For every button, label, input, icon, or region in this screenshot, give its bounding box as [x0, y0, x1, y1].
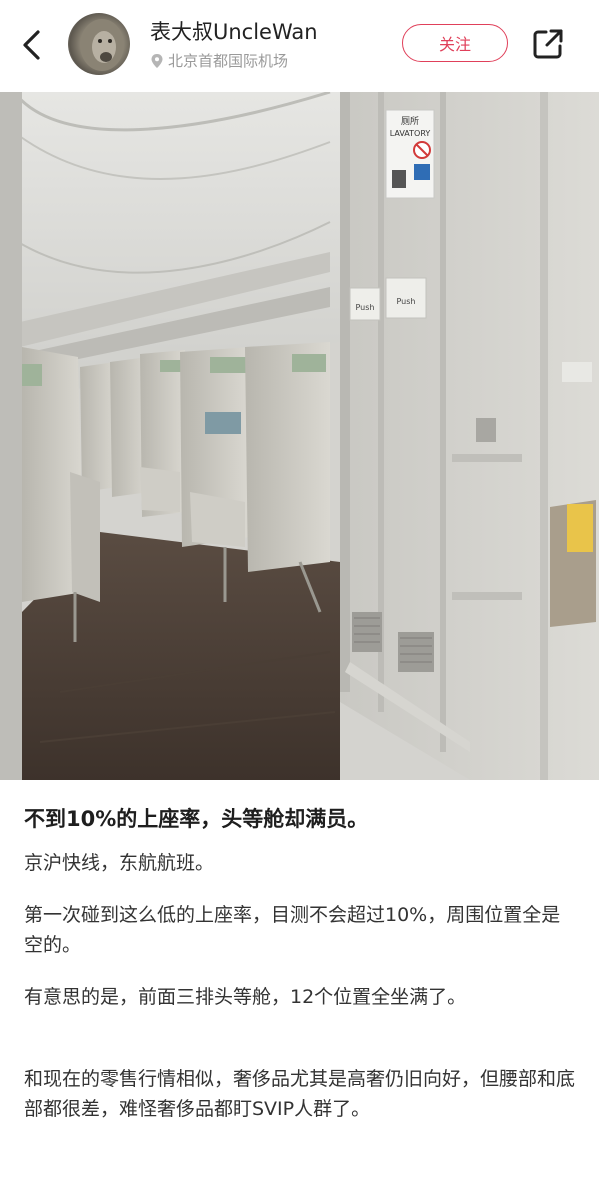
back-button[interactable] — [16, 26, 50, 64]
lavatory-sign-en: LAVATORY — [390, 129, 431, 138]
share-icon — [533, 29, 563, 59]
post-title: 不到10%的上座率，头等舱却满员。 — [24, 807, 369, 831]
post-paragraph-4: 和现在的零售行情相似，奢侈品尤其是高奢仍旧向好，但腰部和底部都很差，难怪奢侈品都… — [24, 1068, 576, 1120]
push-plate-label-2: Push — [397, 297, 416, 306]
post-paragraph-2: 第一次碰到这么低的上座率，目测不会超过10%，周围位置全是空的。 — [24, 904, 561, 956]
location-label: 北京首都国际机场 — [168, 52, 289, 70]
follow-button[interactable]: 关注 — [402, 24, 508, 62]
share-button[interactable] — [530, 26, 566, 62]
airplane-cabin-image: 厕所 LAVATORY Push Push — [0, 92, 599, 780]
avatar[interactable] — [68, 13, 130, 75]
post-header: 表大叔UncleWan 北京首都国际机场 关注 — [0, 0, 599, 90]
post-body: 不到10%的上座率，头等舱却满员。 京沪快线，东航航班。 第一次碰到这么低的上座… — [0, 780, 599, 1200]
post-paragraph-1: 京沪快线，东航航班。 — [24, 852, 215, 874]
post-paragraph-3: 有意思的是，前面三排头等舱，12个位置全坐满了。 — [24, 986, 467, 1008]
username[interactable]: 表大叔UncleWan — [150, 16, 318, 46]
lavatory-sign-cn: 厕所 — [401, 116, 419, 127]
push-plate-label-1: Push — [356, 303, 375, 312]
post-photo[interactable]: 厕所 LAVATORY Push Push — [0, 92, 599, 780]
location-tag[interactable]: 北京首都国际机场 — [150, 50, 288, 71]
lion-avatar-image — [80, 19, 124, 71]
location-pin-icon — [151, 53, 163, 68]
chevron-left-icon — [23, 30, 40, 60]
